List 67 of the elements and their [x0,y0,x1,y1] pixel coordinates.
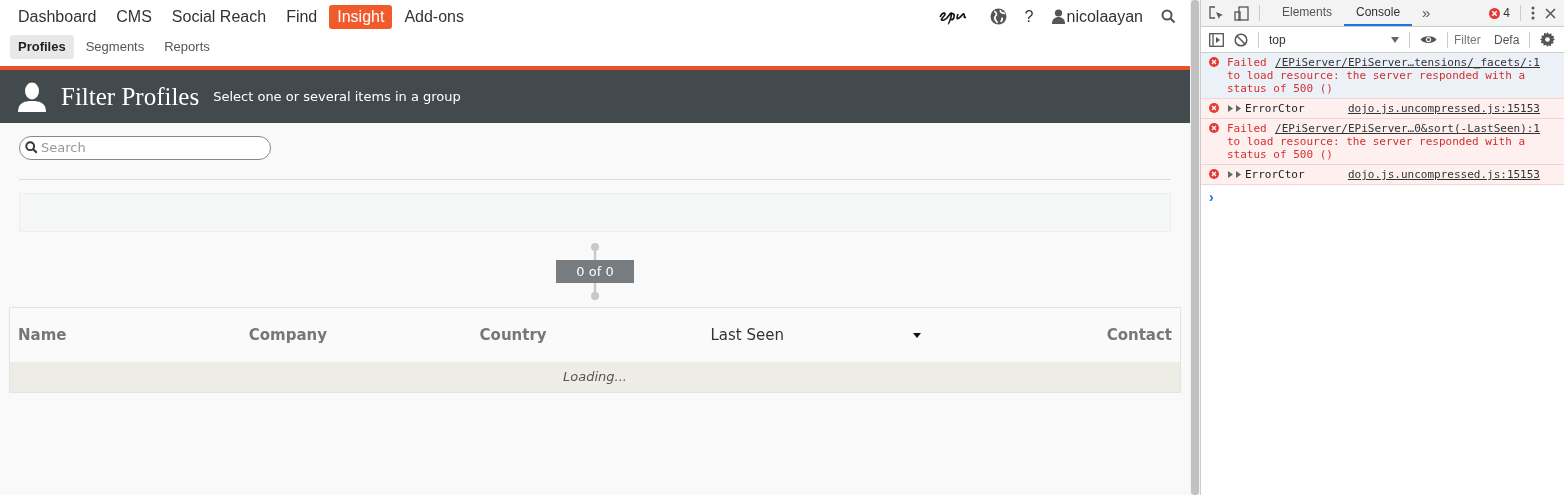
search-icon [25,141,38,154]
eye-icon[interactable] [1420,34,1437,45]
settings-icon[interactable] [1540,32,1556,47]
error-count[interactable]: 4 [1503,4,1510,22]
column-header[interactable]: Contact [1106,323,1172,347]
console-message[interactable]: ErrorCtor dojo.js.uncompressed.js:15153 [1201,165,1564,185]
close-icon[interactable] [1545,7,1556,19]
error-text: Failed [1227,122,1267,135]
error-icon [1209,169,1219,179]
nav-tab[interactable]: CMS [108,4,160,29]
nav-tab[interactable]: Find [278,4,326,29]
loading-text: Loading... [563,368,627,387]
object-label[interactable]: ErrorCtor [1245,102,1305,115]
object-label[interactable]: ErrorCtor [1245,168,1305,181]
device-icon[interactable] [1234,5,1249,21]
console-prompt[interactable]: › [1209,189,1214,205]
console-message[interactable]: ErrorCtor dojo.js.uncompressed.js:15153 [1201,99,1564,119]
console-message[interactable]: Failed /EPiServer/EPiServer…0&sort(-LastSeen):1 to load resource: the server responded with a status of 500 () [1201,119,1564,165]
subnav-tab[interactable]: Reports [156,35,218,59]
more-tabs-button[interactable]: » [1422,1,1431,25]
result-count: 0 of 0 [556,260,634,283]
person-icon [17,81,47,112]
error-text: to load resource: the server responded with a status of 500 () [1227,69,1526,95]
sort-caret-icon [913,332,922,338]
column-header[interactable]: Name [18,323,67,347]
error-icon [1209,57,1219,67]
user-name[interactable]: nicolaayan [1066,4,1143,29]
connector-icon [590,283,600,301]
clear-console-icon[interactable] [1234,32,1248,47]
context-label: top [1269,31,1286,49]
levels-dropdown[interactable]: Defa [1494,30,1520,49]
expand-icon[interactable] [1227,171,1242,178]
caret-icon [1391,36,1399,43]
source-link[interactable]: /EPiServer/EPiServer…tensions/_facets/:1 [1275,56,1540,69]
column-header[interactable]: Last Seen [710,323,784,347]
source-link[interactable]: /EPiServer/EPiServer…0&sort(-LastSeen):1 [1275,122,1540,135]
user-icon [1051,9,1065,24]
search-icon[interactable] [1161,9,1176,24]
nav-tab[interactable]: Add-ons [396,4,472,29]
page-subtitle: Select one or several items in a group [213,87,461,106]
nav-tab[interactable]: Dashboard [10,4,105,29]
error-text: Failed [1227,56,1267,69]
error-icon [1489,7,1501,19]
error-text: to load resource: the server responded with a status of 500 () [1227,135,1526,161]
help-link[interactable]: ? [1024,4,1034,29]
inspect-icon[interactable] [1209,5,1224,21]
context-selector[interactable]: top [1269,30,1399,49]
subnav-tab[interactable]: Profiles [10,35,74,59]
nav-tab[interactable]: Social Reach [163,4,275,29]
console-message[interactable]: Failed /EPiServer/EPiServer…tensions/_facets/:1 to load resource: the server responded with a status of 500 () [1201,53,1564,99]
source-link[interactable]: dojo.js.uncompressed.js:15153 [1347,168,1540,181]
connector-icon [590,242,600,260]
sidebar-toggle-icon[interactable] [1209,32,1224,47]
subnav-tab[interactable]: Segments [77,35,153,59]
error-icon [1209,123,1219,133]
column-header[interactable]: Company [248,323,328,347]
source-link[interactable]: dojo.js.uncompressed.js:15153 [1347,102,1540,115]
kebab-menu-icon[interactable] [1531,6,1535,20]
search-field[interactable]: Search [19,135,271,160]
column-header[interactable]: Country [479,323,547,347]
error-icon [1209,103,1219,113]
scrollbar-thumb[interactable] [1191,0,1199,495]
expand-icon[interactable] [1227,105,1242,112]
devtools-tab[interactable]: Elements [1270,0,1345,26]
globe-icon[interactable] [989,8,1007,25]
page-title: Filter Profiles [61,81,200,112]
devtools-tab[interactable]: Console [1344,0,1413,26]
